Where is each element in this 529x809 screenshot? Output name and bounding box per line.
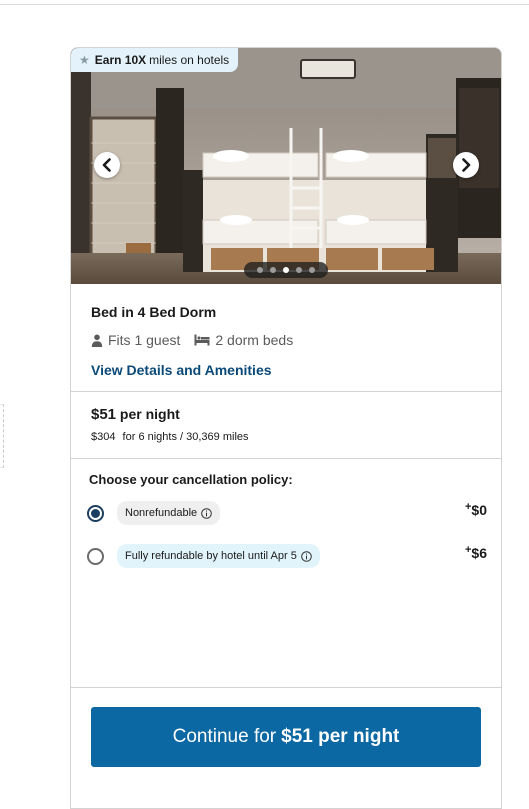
photo-dot[interactable] — [296, 267, 302, 273]
price-section: $51 per night $304 for 6 nights / 30,369… — [71, 392, 501, 459]
continue-button-prefix: Continue for — [172, 726, 277, 747]
cta-section: Continue for $51 per night — [71, 688, 501, 808]
nonrefundable-price-value: $0 — [471, 502, 487, 518]
guest-capacity-label: Fits 1 guest — [108, 332, 181, 348]
continue-button-price: $51 per night — [281, 726, 400, 747]
nightly-price: $51 per night — [91, 406, 180, 423]
policy-option-refundable[interactable]: Fully refundable by hotel until Apr 5 +$… — [87, 544, 487, 568]
photo-dot-active[interactable] — [283, 267, 289, 273]
photo-dot[interactable] — [270, 267, 276, 273]
photo-indicator — [244, 262, 328, 278]
nonrefundable-price: +$0 — [464, 501, 487, 518]
continue-button[interactable]: Continue for $51 per night — [91, 707, 481, 767]
policy-option-nonrefundable[interactable]: Nonrefundable +$0 — [87, 501, 487, 525]
person-icon — [91, 334, 103, 347]
total-price-amount: $304 — [91, 431, 116, 443]
refundable-chip: Fully refundable by hotel until Apr 5 — [117, 544, 320, 568]
refundable-label: Fully refundable by hotel until Apr 5 — [125, 550, 297, 562]
info-icon[interactable] — [201, 507, 212, 519]
cancellation-policy-section: Choose your cancellation policy: Nonrefu… — [71, 459, 501, 688]
top-divider — [0, 4, 529, 5]
next-photo-button[interactable] — [453, 152, 479, 178]
star-icon: ★ — [79, 53, 90, 67]
nonrefundable-radio[interactable] — [87, 504, 104, 522]
nightly-price-amount: $51 — [91, 406, 117, 423]
bed-icon — [194, 334, 210, 346]
photo-dot[interactable] — [257, 267, 263, 273]
refundable-price-plus: + — [464, 544, 472, 556]
room-title: Bed in 4 Bed Dorm — [91, 304, 217, 320]
chevron-left-icon — [102, 158, 111, 172]
view-details-link[interactable]: View Details and Amenities — [91, 362, 272, 378]
total-price-detail: for 6 nights / 30,369 miles — [122, 431, 249, 443]
room-photo — [71, 48, 501, 284]
guest-capacity: Fits 1 guest — [91, 332, 180, 348]
nightly-price-unit: per night — [119, 406, 180, 422]
chevron-right-icon — [462, 158, 471, 172]
adjacent-card-edge — [0, 404, 4, 468]
refundable-price-value: $6 — [471, 545, 487, 561]
bed-count: 2 dorm beds — [194, 332, 293, 348]
refundable-radio[interactable] — [87, 547, 104, 565]
nonrefundable-label: Nonrefundable — [125, 507, 198, 519]
promo-bold: Earn 10X — [94, 53, 147, 67]
photo-dot[interactable] — [309, 267, 315, 273]
room-info-section: Bed in 4 Bed Dorm Fits 1 guest 2 dorm be… — [71, 284, 501, 392]
nonrefundable-chip: Nonrefundable — [117, 501, 221, 525]
previous-photo-button[interactable] — [94, 152, 120, 178]
info-icon[interactable] — [301, 550, 312, 562]
bed-count-label: 2 dorm beds — [215, 332, 294, 348]
refundable-price: +$6 — [464, 544, 487, 561]
photo-gallery[interactable]: ★ Earn 10X miles on hotels — [71, 48, 501, 284]
total-price: $304 for 6 nights / 30,369 miles — [91, 431, 249, 443]
promo-text: miles on hotels — [149, 53, 230, 67]
promo-badge: ★ Earn 10X miles on hotels — [71, 48, 239, 72]
nonrefundable-price-plus: + — [464, 501, 472, 513]
cancellation-policy-title: Choose your cancellation policy: — [89, 472, 293, 487]
room-features: Fits 1 guest 2 dorm beds — [91, 332, 307, 348]
room-offer-card: ★ Earn 10X miles on hotels Bed in 4 Bed … — [70, 47, 502, 809]
